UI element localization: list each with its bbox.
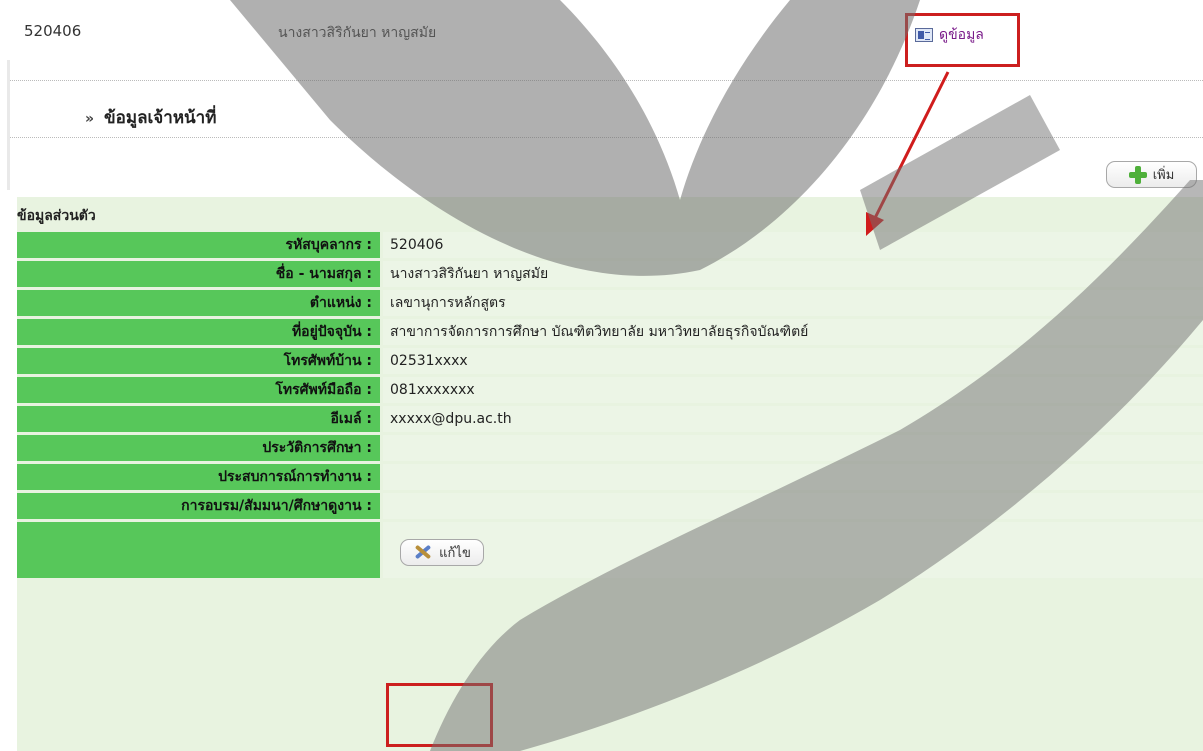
info-row: อีเมล์ : xxxxx@dpu.ac.th (17, 406, 1203, 432)
info-row: โทรศัพท์มือถือ :081xxxxxxx (17, 377, 1203, 403)
info-value (383, 493, 1203, 519)
info-row: การอบรม/สัมมนา/ศึกษาดูงาน : (17, 493, 1203, 519)
info-value (383, 435, 1203, 461)
dotted-divider-bottom (10, 137, 1203, 138)
highlight-box-edit (386, 683, 493, 747)
personal-info-heading: ข้อมูลส่วนตัว (17, 208, 96, 224)
info-label: โทรศัพท์มือถือ : (17, 377, 383, 403)
info-value: เลขานุการหลักสูตร (383, 290, 1203, 316)
info-value: 02531xxxx (383, 348, 1203, 374)
info-row: ประวัติการศึกษา : (17, 435, 1203, 461)
info-row: ประสบการณ์การทำงาน : (17, 464, 1203, 490)
info-value (383, 464, 1203, 490)
info-row: รหัสบุคลากร :520406 (17, 232, 1203, 258)
info-row: ตำแหน่ง : เลขานุการหลักสูตร (17, 290, 1203, 316)
info-label: ที่อยู่ปัจจุบัน : (17, 319, 383, 345)
personal-info-table: รหัสบุคลากร :520406 ชื่อ - นามสกุล : นางสา… (17, 229, 1203, 581)
staff-row: 520406 นางสาวสิริกันยา หาญสมัย (24, 22, 1203, 46)
staff-code: 520406 (24, 22, 82, 40)
highlight-box-view (905, 13, 1020, 67)
section-title: » ข้อมูลเจ้าหน้าที่ (85, 104, 216, 131)
info-value: 520406 (383, 232, 1203, 258)
info-label: ประสบการณ์การทำงาน : (17, 464, 383, 490)
tools-icon (413, 543, 433, 561)
info-label: รหัสบุคลากร : (17, 232, 383, 258)
info-label: การอบรม/สัมมนา/ศึกษาดูงาน : (17, 493, 383, 519)
info-label: อีเมล์ : (17, 406, 383, 432)
info-label: ประวัติการศึกษา : (17, 435, 383, 461)
info-row: โทรศัพท์บ้าน :02531xxxx (17, 348, 1203, 374)
info-row: ชื่อ - นามสกุล : นางสาวสิริกันยา หาญสมัย (17, 261, 1203, 287)
info-value: นางสาวสิริกันยา หาญสมัย (383, 261, 1203, 287)
dotted-divider-top (10, 80, 1203, 81)
add-button-label: เพิ่ม (1152, 168, 1175, 183)
info-actions-cell: แก้ไข (383, 522, 1203, 578)
info-row: ที่อยู่ปัจจุบัน : สาขาการจัดการการศึกษา บ… (17, 319, 1203, 345)
info-label-empty (17, 522, 383, 578)
info-row-actions: แก้ไข (17, 522, 1203, 578)
section-title-text: ข้อมูลเจ้าหน้าที่ (104, 108, 217, 128)
info-value: สาขาการจัดการการศึกษา บัณฑิตวิทยาลัย มหา… (383, 319, 1203, 345)
bullet-icon: » (85, 111, 95, 127)
add-button[interactable]: เพิ่ม (1106, 161, 1197, 188)
info-label: ตำแหน่ง : (17, 290, 383, 316)
staff-name: นางสาวสิริกันยา หาญสมัย (278, 25, 437, 41)
edit-button-label: แก้ไข (439, 545, 471, 561)
page: 520406 นางสาวสิริกันยา หาญสมัย ดูข้อมูล … (0, 0, 1203, 751)
plus-icon (1128, 165, 1147, 184)
info-value: 081xxxxxxx (383, 377, 1203, 403)
edit-button[interactable]: แก้ไข (400, 538, 484, 566)
info-value: xxxxx@dpu.ac.th (383, 406, 1203, 432)
info-label: ชื่อ - นามสกุล : (17, 261, 383, 287)
info-label: โทรศัพท์บ้าน : (17, 348, 383, 374)
